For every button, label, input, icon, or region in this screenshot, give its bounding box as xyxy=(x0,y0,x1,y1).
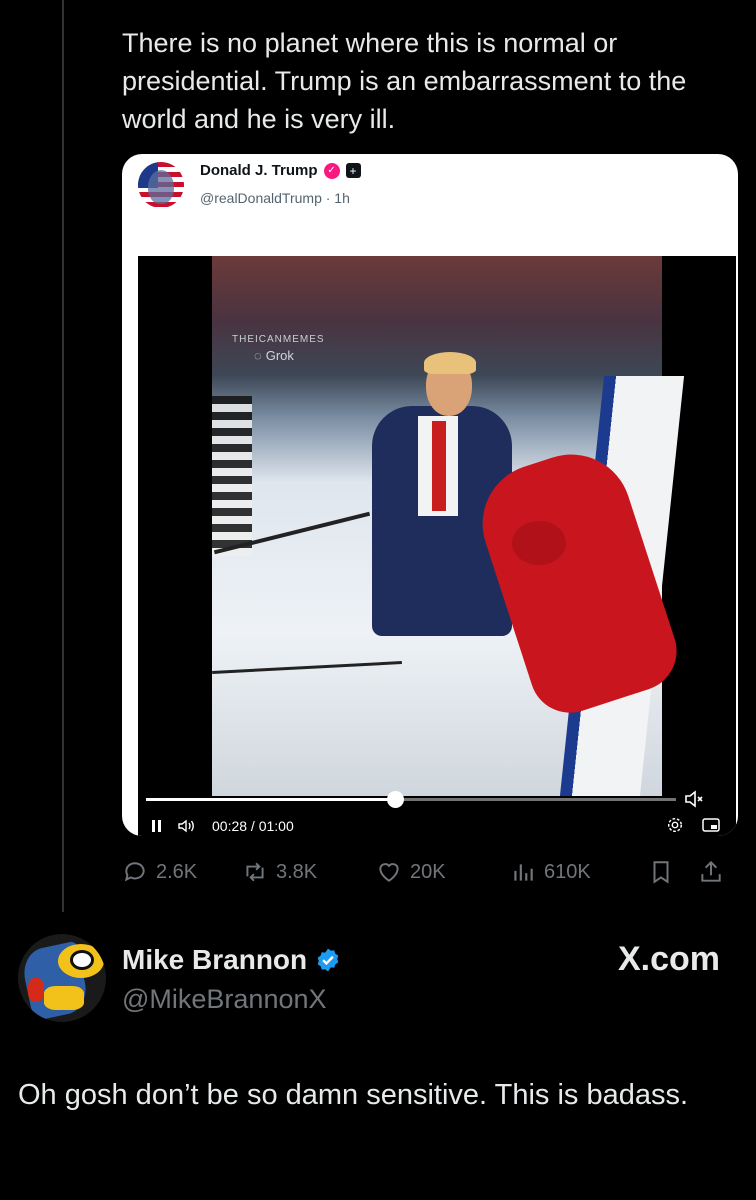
verified-badge-icon: ✓ xyxy=(323,162,340,179)
reply-button[interactable]: 2.6K xyxy=(122,859,242,885)
reply-author-row: Mike Brannon xyxy=(122,944,341,976)
x-brand-logo: X.com xyxy=(617,940,720,978)
video-scrub-handle[interactable] xyxy=(387,791,405,808)
settings-gear-icon[interactable] xyxy=(666,816,684,834)
grok-icon: ◌ xyxy=(254,348,262,363)
share-button[interactable] xyxy=(698,859,738,885)
repost-count: 3.8K xyxy=(276,860,318,883)
views-count: 610K xyxy=(544,860,591,883)
video-time: 00:28 / 01:00 xyxy=(212,818,294,834)
bookmark-icon xyxy=(653,861,669,884)
reply-tweet-text: Oh gosh don’t be so damn sensitive. This… xyxy=(18,1079,689,1111)
video-player[interactable]: THEICANMEMES ◌ Grok 00:28 / 01:00 xyxy=(138,256,736,836)
verified-check-icon xyxy=(317,948,339,972)
heart-icon xyxy=(379,863,399,882)
reply-author-name[interactable]: Mike Brannon xyxy=(122,944,307,976)
share-upload-icon xyxy=(701,860,721,882)
quoted-tweet-card[interactable]: Donald J. Trump ✓ + @realDonaldTrump · 1… xyxy=(122,154,738,836)
parent-tweet-text: There is no planet where this is normal … xyxy=(122,28,687,134)
reply-bubble-icon xyxy=(124,862,145,882)
bookmark-button[interactable] xyxy=(648,859,698,885)
quoted-author-handle: @realDonaldTrump · 1h xyxy=(200,190,350,206)
quoted-author-row: Donald J. Trump ✓ + xyxy=(200,162,361,179)
video-frame: THEICANMEMES ◌ Grok xyxy=(212,256,687,796)
reply-author-avatar[interactable] xyxy=(18,934,106,1022)
affiliate-badge-icon: + xyxy=(345,163,361,178)
views-chart-icon xyxy=(514,864,533,881)
tweet-action-bar: 2.6K 3.8K 20K 610K xyxy=(122,852,738,892)
video-watermark: THEICANMEMES xyxy=(232,334,325,345)
video-controls: 00:28 / 01:00 xyxy=(152,818,294,834)
thread-connector-line xyxy=(62,0,64,912)
grok-watermark: ◌ Grok xyxy=(254,348,294,363)
video-progress-bar[interactable] xyxy=(146,791,676,808)
video-progress-fill xyxy=(146,798,396,801)
views-button[interactable]: 610K xyxy=(510,859,648,885)
repost-icon xyxy=(246,862,264,882)
grok-watermark-label: Grok xyxy=(265,348,294,363)
reply-author-handle: @MikeBrannonX xyxy=(122,984,327,1014)
pause-icon[interactable] xyxy=(152,820,162,832)
like-count: 20K xyxy=(410,860,446,883)
repost-button[interactable]: 3.8K xyxy=(242,859,376,885)
picture-in-picture-icon[interactable] xyxy=(702,818,720,832)
quoted-author-name[interactable]: Donald J. Trump xyxy=(200,162,318,179)
quoted-author-avatar[interactable] xyxy=(138,162,184,208)
volume-icon[interactable] xyxy=(178,819,196,833)
muted-speaker-icon[interactable] xyxy=(684,790,704,808)
reply-count: 2.6K xyxy=(156,860,198,883)
like-button[interactable]: 20K xyxy=(376,859,510,885)
